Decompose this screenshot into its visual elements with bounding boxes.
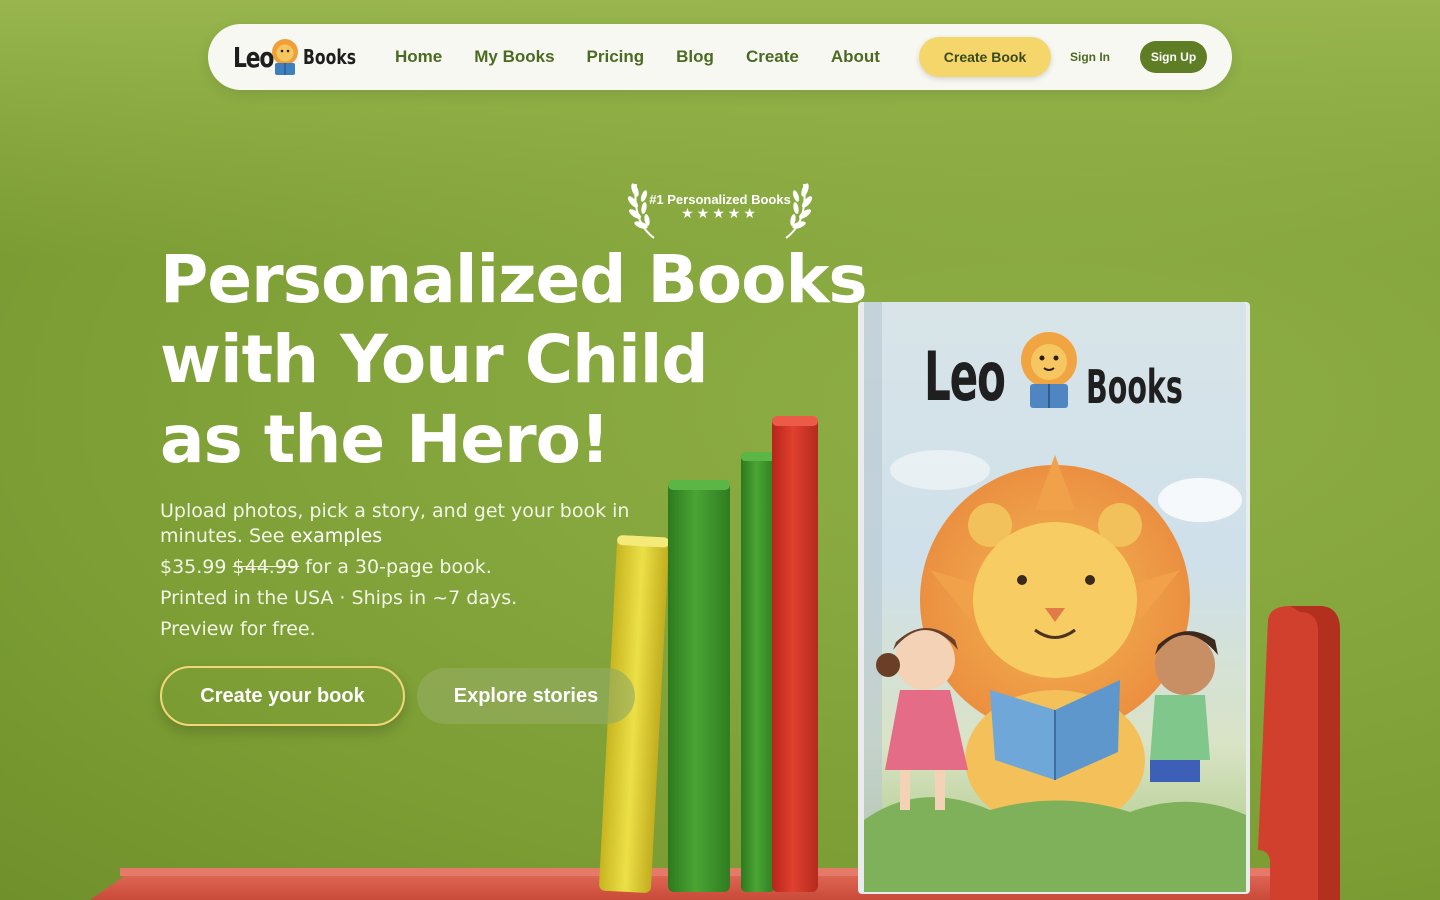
sign-up-button[interactable]: Sign Up	[1140, 41, 1207, 73]
nav-my-books[interactable]: My Books	[474, 47, 554, 67]
nav-create[interactable]: Create	[746, 47, 799, 67]
hero-title-line-1: Personalized Books	[160, 241, 868, 318]
cover-lion-icon	[1016, 330, 1082, 414]
hero-upload-text: Upload photos, pick a story, and get you…	[160, 499, 630, 549]
create-your-book-button[interactable]: Create your book	[160, 666, 405, 726]
price-suffix: for a 30-page book.	[305, 556, 492, 578]
cover-leo: Leo	[924, 338, 1006, 417]
hero-title-line-3: as the Hero!	[160, 401, 610, 478]
top-navbar: Leo Books Home My Books Pricing Blog Cre…	[208, 24, 1232, 90]
nav-about[interactable]: About	[831, 47, 880, 67]
create-book-button[interactable]: Create Book	[919, 37, 1051, 77]
hero-title: Personalized Books with Your Child as th…	[160, 240, 868, 480]
logo-leo: Leo	[233, 40, 274, 74]
explore-stories-button[interactable]: Explore stories	[417, 668, 635, 724]
cover-title: Leo Books	[924, 332, 1194, 428]
preview-text: Preview for free.	[160, 618, 316, 640]
hero-price-line: $35.99 $44.99 for a 30-page book.	[160, 555, 630, 580]
hero-title-line-2: with Your Child	[160, 321, 709, 398]
shipping-text: Printed in the USA · Ships in ~7 days.	[160, 587, 518, 609]
brand-logo[interactable]: Leo Books	[233, 36, 371, 78]
examples-link[interactable]: examples	[290, 525, 382, 547]
cover-books: Books	[1086, 360, 1183, 414]
price: $35.99	[160, 556, 227, 578]
laurel-right-icon	[785, 183, 812, 239]
nav-pricing[interactable]: Pricing	[587, 47, 645, 67]
nav-home[interactable]: Home	[395, 47, 442, 67]
award-badge: #1 Personalized Books ★★★★★	[628, 178, 812, 240]
lion-logo-icon	[269, 38, 301, 76]
old-price: $44.99	[232, 556, 300, 578]
sign-in-link[interactable]: Sign In	[1070, 24, 1110, 90]
logo-books: Books	[303, 45, 356, 69]
nav-blog[interactable]: Blog	[676, 47, 714, 67]
main-menu: Home My Books Pricing Blog Create About	[395, 24, 912, 90]
upload-description: Upload photos, pick a story, and get you…	[160, 500, 630, 547]
